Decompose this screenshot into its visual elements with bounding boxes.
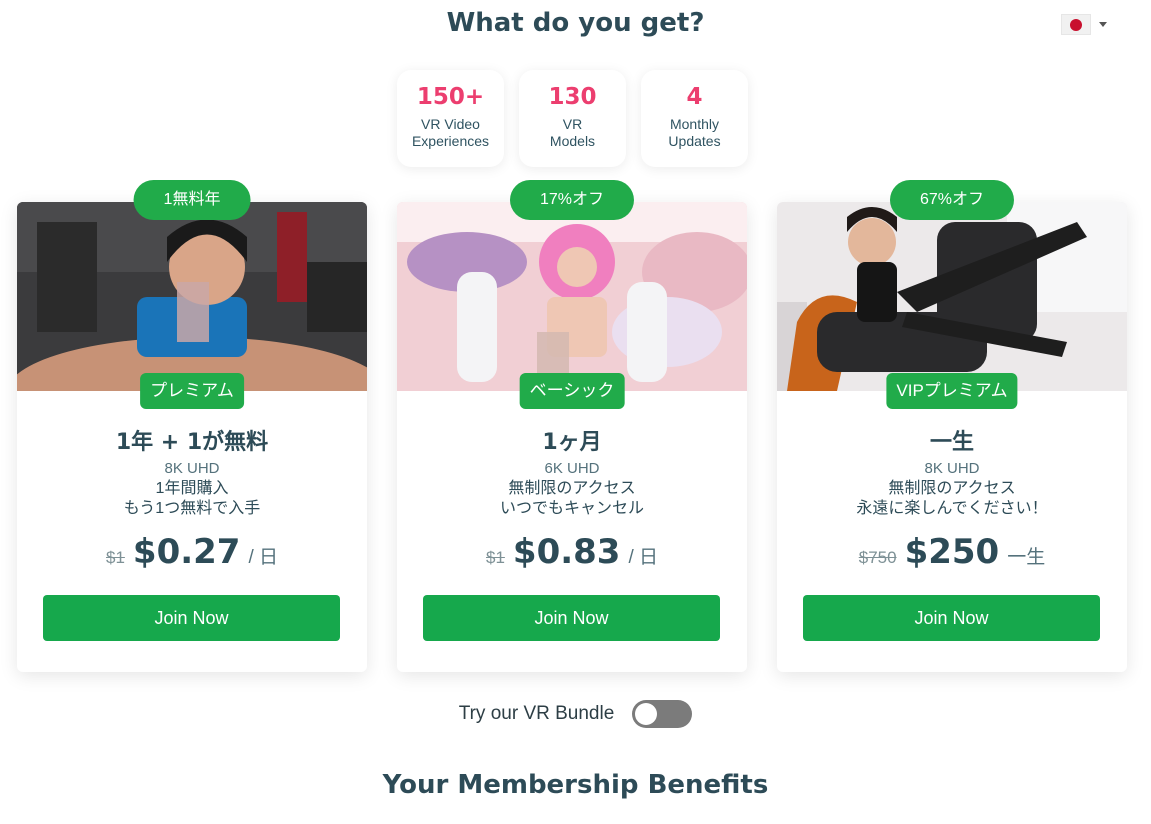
price-period: / 日 — [628, 547, 659, 568]
plan-desc-1: 無制限のアクセス — [888, 480, 1016, 497]
discount-badge: 1無料年 — [133, 180, 251, 220]
vr-bundle-toggle[interactable] — [632, 700, 693, 728]
price-period: 一生 — [1007, 547, 1046, 568]
plan-title: 1年 + 1が無料 — [115, 430, 269, 455]
stat-value: 4 — [686, 84, 703, 110]
discount-badge: 17%オフ — [509, 180, 635, 220]
price-row: $1 $0.27 / 日 — [17, 532, 367, 572]
vr-bundle-label: Try our VR Bundle — [458, 703, 615, 724]
stat-value: 130 — [548, 84, 597, 110]
price-row: $750 $250 一生 — [777, 532, 1127, 572]
plan-description: 8K UHD 無制限のアクセス 永遠に楽しんでください！ — [777, 459, 1127, 519]
benefits-title: Your Membership Benefits — [382, 770, 769, 800]
tier-badge: プレミアム — [140, 373, 244, 409]
vr-bundle-row: Try our VR Bundle — [0, 700, 1151, 728]
plan-card-basic: 17%オフ ベーシック 1ヶ月 6K UHD 無制限のアクセス いつでもキャンセ… — [397, 180, 747, 672]
stat-label: VR Video Experiences — [411, 116, 490, 149]
stat-value: 150+ — [416, 84, 485, 110]
price: $0.83 — [512, 532, 621, 572]
stat-updates: 4 Monthly Updates — [641, 70, 748, 167]
old-price: $1 — [485, 548, 505, 567]
plan-image — [17, 202, 367, 391]
plan-desc-2: もう1つ無料で入手 — [123, 500, 261, 517]
price: $250 — [904, 532, 1000, 572]
stats-row: 150+ VR Video Experiences 130 VR Models … — [397, 70, 748, 167]
plan-title: 一生 — [929, 430, 974, 455]
price-row: $1 $0.83 / 日 — [397, 532, 747, 572]
stat-models: 130 VR Models — [519, 70, 626, 167]
join-now-button[interactable]: Join Now — [803, 595, 1100, 641]
old-price: $1 — [105, 548, 125, 567]
language-selector[interactable] — [1061, 14, 1107, 35]
plan-card-vip: 67%オフ VIPプレミアム 一生 8K UHD 無制限のアクセス 永遠に楽しん… — [777, 180, 1127, 672]
plan-image — [777, 202, 1127, 391]
tier-badge: VIPプレミアム — [886, 373, 1018, 409]
plan-desc-1: 無制限のアクセス — [508, 480, 636, 497]
tier-badge: ベーシック — [519, 373, 625, 409]
plan-desc-2: 永遠に楽しんでください！ — [856, 500, 1048, 517]
old-price: $750 — [858, 548, 897, 567]
stat-label: Monthly Updates — [668, 116, 721, 149]
discount-badge: 67%オフ — [889, 180, 1015, 220]
plan-image — [397, 202, 747, 391]
price: $0.27 — [132, 532, 241, 572]
plan-desc-1: 1年間購入 — [155, 480, 229, 497]
plan-quality: 8K UHD — [924, 460, 980, 477]
plan-quality: 8K UHD — [164, 460, 220, 477]
japan-flag-icon — [1061, 14, 1091, 35]
stat-videos: 150+ VR Video Experiences — [397, 70, 504, 167]
plan-card-premium: 1無料年 プレミアム 1年 + 1が無料 8K UHD 1年間購入 もう1つ無料… — [17, 180, 367, 672]
chevron-down-icon — [1099, 22, 1107, 27]
join-now-button[interactable]: Join Now — [43, 595, 340, 641]
plan-quality: 6K UHD — [544, 460, 600, 477]
plan-description: 8K UHD 1年間購入 もう1つ無料で入手 — [17, 459, 367, 519]
join-now-button[interactable]: Join Now — [423, 595, 720, 641]
plan-desc-2: いつでもキャンセル — [499, 500, 644, 517]
plan-description: 6K UHD 無制限のアクセス いつでもキャンセル — [397, 459, 747, 519]
plan-title: 1ヶ月 — [542, 430, 602, 455]
price-period: / 日 — [248, 547, 279, 568]
toggle-knob — [635, 703, 658, 725]
page-title: What do you get? — [446, 8, 705, 38]
stat-label: VR Models — [549, 116, 596, 149]
